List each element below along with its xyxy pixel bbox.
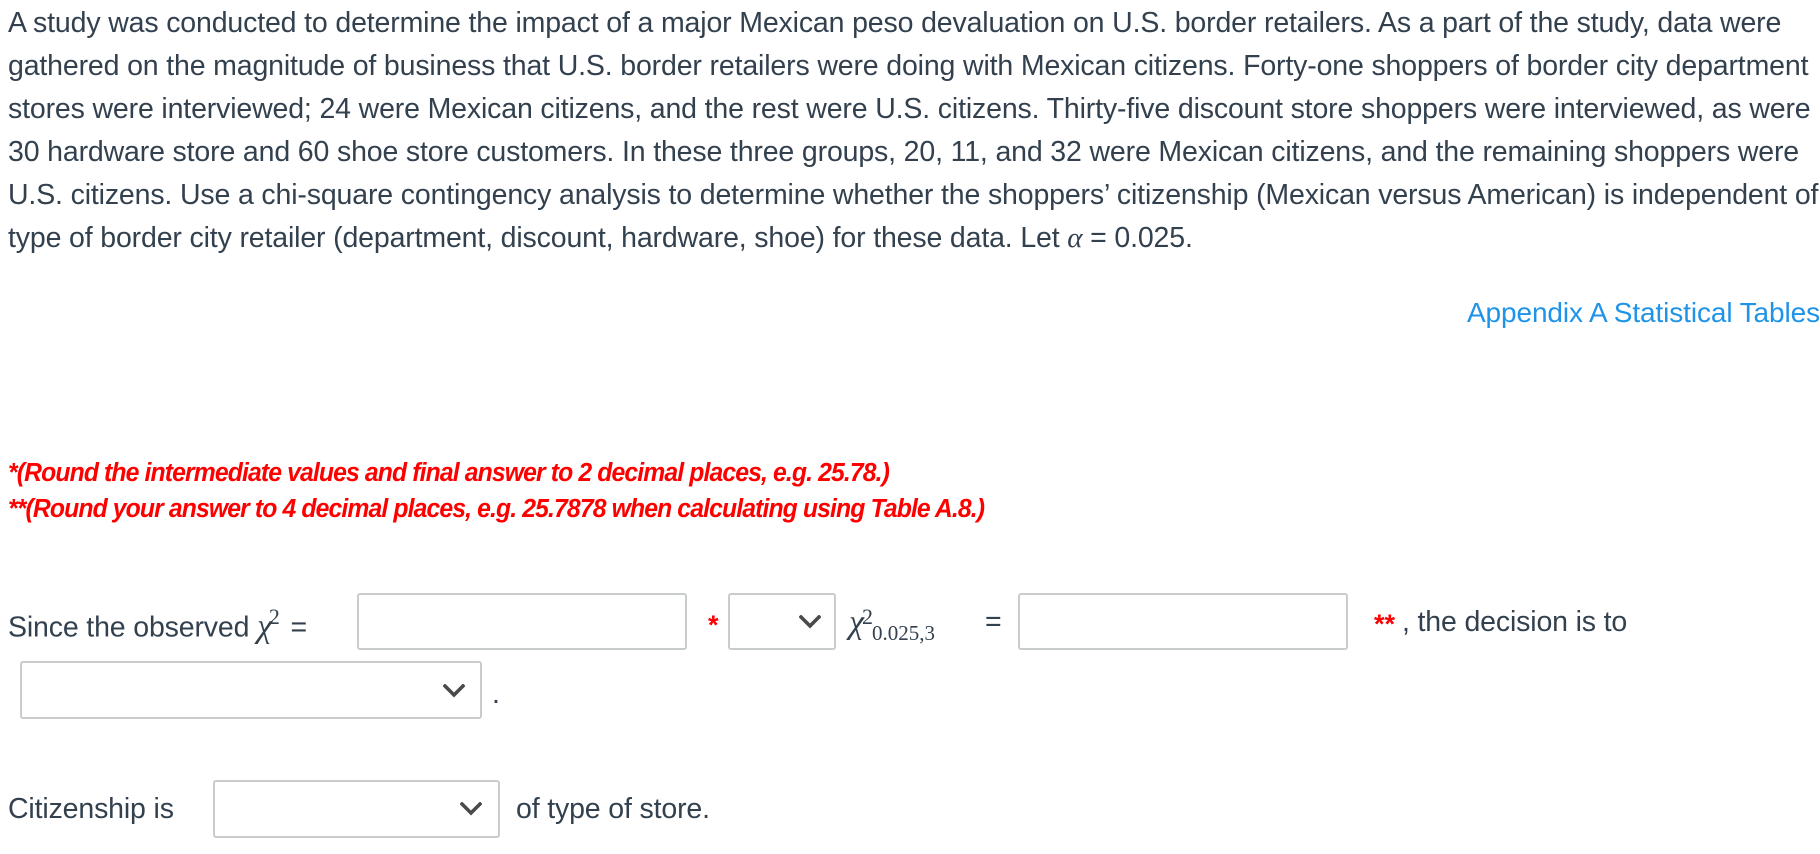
- comparison-operator-select[interactable]: [728, 593, 836, 650]
- citizenship-tail-text: of type of store.: [516, 793, 710, 825]
- observed-chi-square-input[interactable]: [357, 593, 687, 650]
- since-observed-label: Since the observed χ2 =: [8, 604, 308, 645]
- double-star-marker: **: [1374, 609, 1396, 639]
- alpha-symbol: α: [1067, 222, 1083, 254]
- observed-chi-square-symbol: χ2: [257, 604, 280, 645]
- citizenship-independence-select[interactable]: [213, 780, 500, 838]
- alpha-value-clause: = 0.025.: [1082, 222, 1193, 254]
- problem-statement-body: A study was conducted to determine the i…: [8, 7, 1819, 254]
- critical-chi-square-input[interactable]: [1018, 593, 1348, 650]
- appendix-link-row: Appendix A Statistical Tables: [0, 297, 1820, 329]
- problem-statement: A study was conducted to determine the i…: [8, 2, 1820, 260]
- equals-sign-observed: =: [290, 611, 308, 644]
- critical-chi-square-symbol: χ20.025,3: [849, 603, 935, 645]
- sentence-period: .: [492, 678, 500, 710]
- decision-select[interactable]: [20, 661, 482, 719]
- citizenship-label: Citizenship is: [8, 793, 174, 825]
- rounding-note-double-star: **(Round your answer to 4 decimal places…: [8, 495, 985, 523]
- rounding-note-single-star: *(Round the intermediate values and fina…: [8, 459, 890, 487]
- single-star-marker: *: [708, 610, 719, 640]
- decision-lead-text: , the decision is to: [1402, 606, 1628, 638]
- equals-sign-critical: =: [985, 606, 1002, 638]
- appendix-a-statistical-tables-link[interactable]: Appendix A Statistical Tables: [1467, 297, 1820, 328]
